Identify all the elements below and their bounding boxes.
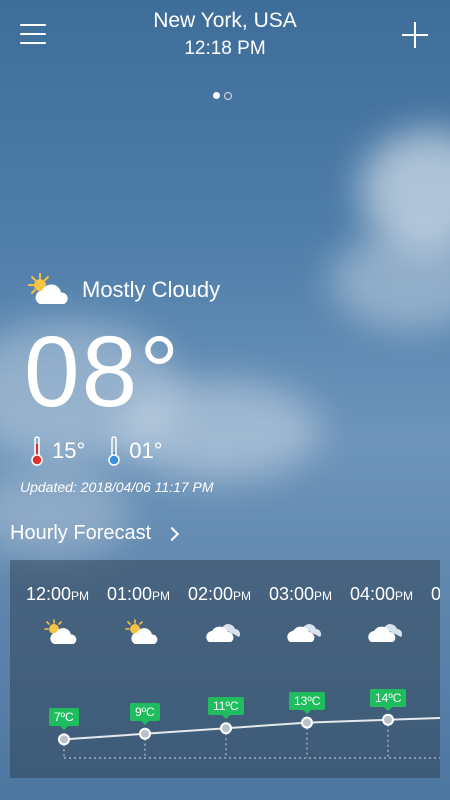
temperature-tag: 7ºC [49,708,79,731]
top-bar: New York, USA 12:18 PM [0,0,450,70]
partly-cloudy-sun-icon [28,273,68,304]
low-temp: 01° [129,438,163,463]
hourly-forecast-link[interactable]: Hourly Forecast [10,522,180,545]
temperature-point [382,713,394,726]
local-time: 12:18 PM [184,38,266,59]
condition-text: Mostly Cloudy [82,277,221,302]
temperature-point [220,722,232,735]
updated-timestamp: Updated: 2018/04/06 11:17 PM [20,479,214,495]
add-location-button[interactable] [402,22,428,48]
temperature-tag: 11ºC [208,697,244,720]
temperature-point [301,716,313,729]
hourly-temperature-chart [58,713,440,759]
thermometer-high-icon [31,436,43,466]
temperature-tag: 9ºC [130,702,160,725]
high-temp: 15° [52,438,86,463]
page-dot-active [213,92,220,99]
temperature-tag: 13ºC [289,691,326,714]
page-indicator[interactable] [213,92,232,100]
thermometer-low-icon [108,436,121,466]
high-low-temps: 15° 01° [30,436,185,466]
chevron-right-icon [165,526,180,541]
hourly-forecast-panel[interactable]: 12:00PM 01:00PM 02:00PM 03:00PM 04:00PM … [10,560,440,778]
current-temperature: 08° [24,316,182,428]
temperature-tag: 14ºC [370,688,407,711]
temperature-point [139,727,151,740]
city-name[interactable]: New York, USA [0,9,450,33]
temperature-point [58,733,70,746]
hourly-forecast-title: Hourly Forecast [10,522,152,544]
page-dot [224,92,232,100]
current-condition: Mostly Cloudy [26,272,220,308]
